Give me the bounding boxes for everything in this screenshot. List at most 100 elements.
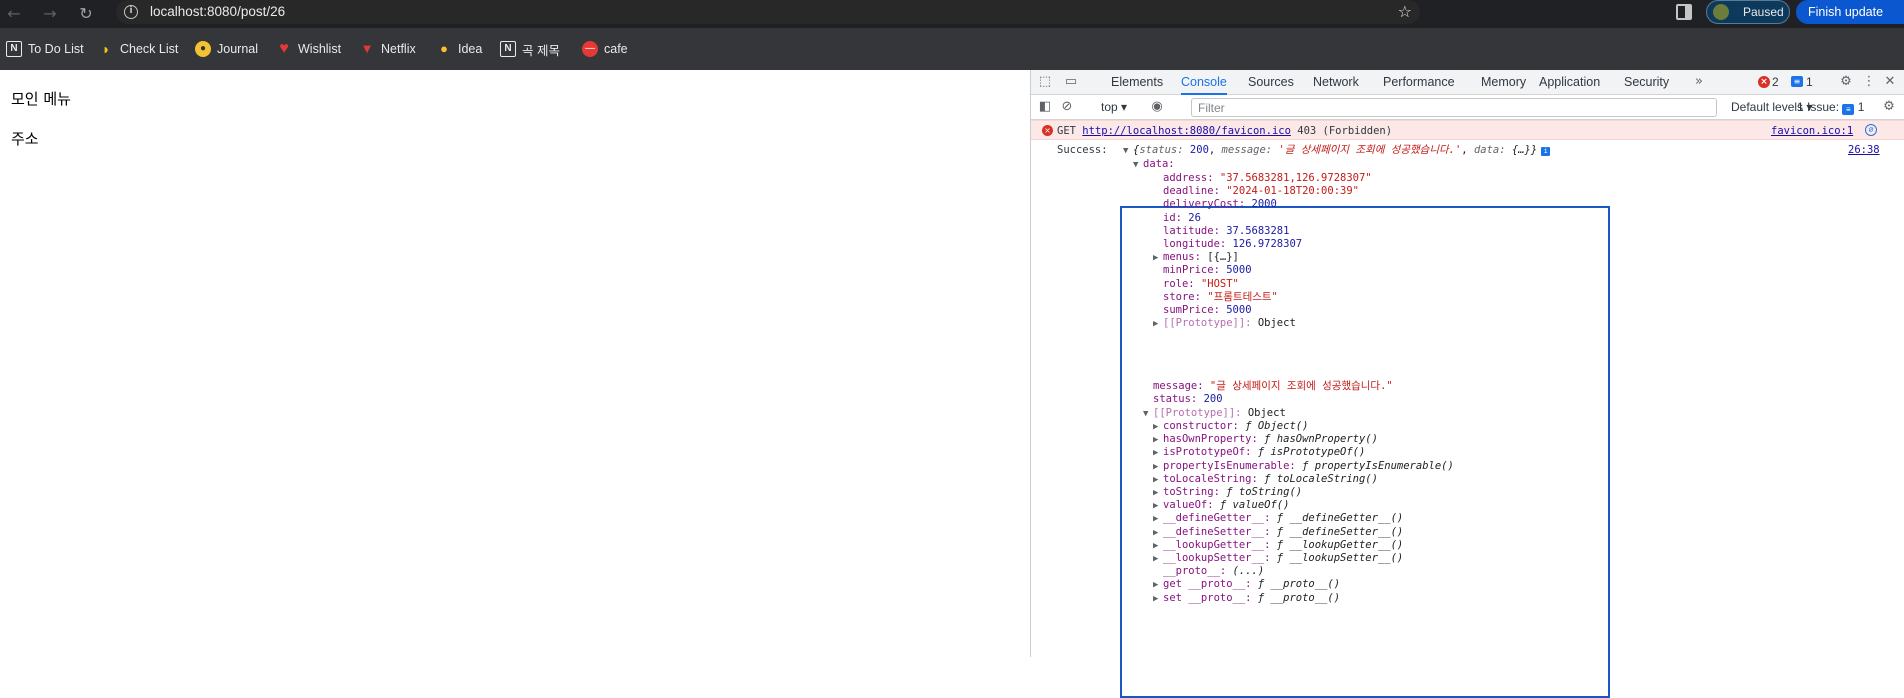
tab-sources[interactable]: Sources bbox=[1248, 70, 1294, 95]
back-icon[interactable]: ← bbox=[4, 4, 24, 24]
message-count-icon[interactable]: ≡ bbox=[1791, 76, 1803, 87]
issue-message-icon: ≡ bbox=[1842, 104, 1855, 115]
forward-icon[interactable]: → bbox=[40, 4, 60, 24]
eye-icon[interactable]: ◉ bbox=[1149, 99, 1165, 115]
member-value: ƒ isPrototypeOf() bbox=[1257, 446, 1366, 459]
data-row[interactable]: ▼ data: bbox=[1133, 158, 1175, 171]
prototype-member-row[interactable]: __proto__: (...) bbox=[1163, 565, 1264, 578]
error-count[interactable]: 2 bbox=[1772, 75, 1779, 89]
expanded-triangle-icon[interactable]: ▼ bbox=[1143, 408, 1153, 421]
sidebar-toggle-icon[interactable]: ◧ bbox=[1037, 99, 1053, 115]
prototype-member-row[interactable]: ▶ hasOwnProperty: ƒ hasOwnProperty() bbox=[1153, 433, 1378, 446]
tab-security[interactable]: Security bbox=[1624, 70, 1669, 95]
journal-icon: ● bbox=[195, 41, 211, 57]
bookmark-checklist[interactable]: ◗ Check List bbox=[98, 39, 179, 59]
more-tabs-icon[interactable]: » bbox=[1691, 74, 1707, 90]
address-bar[interactable]: i localhost:8080/post/26 ☆ bbox=[116, 0, 1420, 24]
inspect-element-icon[interactable]: ⬚ bbox=[1037, 74, 1053, 90]
prototype-member-row[interactable]: ▶ __defineSetter__: ƒ __defineSetter__() bbox=[1153, 526, 1403, 539]
field-value: 5000 bbox=[1226, 304, 1252, 316]
context-select[interactable]: top ▾ bbox=[1101, 99, 1127, 116]
error-source-link[interactable]: favicon.ico:1 bbox=[1771, 125, 1853, 137]
prototype-member-row[interactable]: ▶ get __proto__: ƒ __proto__() bbox=[1153, 578, 1340, 591]
collapsed-triangle-icon[interactable]: ▶ bbox=[1153, 461, 1163, 474]
summary-message-val: '글 상세페이지 조회에 성공했습니다.' bbox=[1278, 144, 1462, 156]
field-key: store: bbox=[1163, 290, 1201, 303]
network-request-icon[interactable]: ⌀ bbox=[1865, 124, 1877, 136]
data-field-row[interactable]: ▶ menus: [{…}] bbox=[1153, 251, 1239, 264]
profile-paused-button[interactable]: Paused bbox=[1706, 0, 1790, 24]
bookmark-todo[interactable]: N To Do List bbox=[6, 39, 84, 59]
collapsed-triangle-icon[interactable]: ▶ bbox=[1153, 474, 1163, 487]
collapsed-triangle-icon[interactable]: ▶ bbox=[1153, 553, 1163, 566]
expanded-triangle-icon[interactable]: ▼ bbox=[1123, 145, 1133, 158]
prototype-member-row[interactable]: ▶ valueOf: ƒ valueOf() bbox=[1153, 499, 1289, 512]
prototype-member-row[interactable]: ▶ propertyIsEnumerable: ƒ propertyIsEnume… bbox=[1153, 460, 1454, 473]
tab-elements[interactable]: Elements bbox=[1111, 70, 1163, 95]
bookmark-cafe[interactable]: — cafe bbox=[582, 39, 628, 59]
collapsed-triangle-icon[interactable]: ▶ bbox=[1153, 513, 1163, 526]
collapsed-triangle-icon[interactable]: ▶ bbox=[1153, 434, 1163, 447]
tab-performance[interactable]: Performance bbox=[1383, 70, 1455, 95]
field-key: [[Prototype]]: bbox=[1163, 317, 1252, 330]
collapsed-triangle-icon[interactable]: ▶ bbox=[1153, 527, 1163, 540]
collapsed-triangle-icon[interactable]: ▶ bbox=[1153, 487, 1163, 500]
console-settings-gear-icon[interactable]: ⚙ bbox=[1881, 99, 1897, 115]
site-info-icon[interactable]: i bbox=[124, 5, 138, 19]
devtools-panel: ⬚ ▭ Elements Console Sources Network Per… bbox=[1030, 70, 1904, 698]
collapsed-triangle-icon[interactable]: ▶ bbox=[1153, 421, 1163, 434]
tab-console[interactable]: Console bbox=[1181, 70, 1227, 95]
clear-console-icon[interactable]: ⊘ bbox=[1059, 99, 1075, 115]
prototype-member-row[interactable]: ▶ __defineGetter__: ƒ __defineGetter__() bbox=[1153, 512, 1403, 525]
side-panel-icon[interactable] bbox=[1676, 4, 1692, 20]
bookmark-idea[interactable]: ● Idea bbox=[436, 39, 482, 59]
log-summary-row[interactable]: ▼ {status: 200, message: '글 상세페이지 조회에 성공했… bbox=[1123, 144, 1551, 158]
error-count-icon[interactable]: × bbox=[1758, 76, 1770, 88]
settings-gear-icon[interactable]: ⚙ bbox=[1838, 74, 1854, 90]
message-count[interactable]: 1 bbox=[1806, 75, 1813, 89]
prototype-member-row[interactable]: ▶ constructor: ƒ Object() bbox=[1153, 420, 1308, 433]
collapsed-triangle-icon[interactable]: ▶ bbox=[1153, 447, 1163, 460]
error-url-link[interactable]: http://localhost:8080/favicon.ico bbox=[1082, 125, 1291, 137]
prototype-member-row[interactable]: ▶ toLocaleString: ƒ toLocaleString() bbox=[1153, 473, 1378, 486]
collapsed-triangle-icon[interactable]: ▶ bbox=[1153, 318, 1163, 331]
error-status: 403 (Forbidden) bbox=[1297, 125, 1393, 137]
collapsed-triangle-icon[interactable]: ▶ bbox=[1153, 500, 1163, 513]
bookmark-song-title[interactable]: N 곡 제목 bbox=[500, 39, 560, 59]
prototype-member-row[interactable]: ▶ set __proto__: ƒ __proto__() bbox=[1153, 592, 1340, 605]
log-source-link[interactable]: 26:38 bbox=[1848, 144, 1880, 156]
data-field-row: role: "HOST" bbox=[1163, 278, 1239, 291]
close-icon[interactable]: ✕ bbox=[1882, 74, 1898, 90]
reload-icon[interactable]: ↻ bbox=[76, 4, 96, 24]
info-icon[interactable]: i bbox=[1541, 147, 1551, 156]
collapsed-triangle-icon[interactable]: ▶ bbox=[1153, 540, 1163, 553]
tab-application[interactable]: Application bbox=[1539, 70, 1600, 95]
device-toolbar-icon[interactable]: ▭ bbox=[1063, 74, 1079, 90]
tab-network[interactable]: Network bbox=[1313, 70, 1359, 95]
browser-toolbar: ← → ↻ i localhost:8080/post/26 ☆ Paused … bbox=[0, 0, 1904, 28]
member-value: ƒ __lookupSetter__() bbox=[1276, 552, 1404, 564]
issues-button[interactable]: 1 Issue: ≡ 1 bbox=[1797, 100, 1864, 115]
url-text[interactable]: localhost:8080/post/26 bbox=[150, 4, 285, 19]
collapsed-triangle-icon[interactable]: ▶ bbox=[1153, 593, 1163, 606]
finish-update-button[interactable]: Finish update bbox=[1796, 0, 1904, 24]
bookmark-star-icon[interactable]: ☆ bbox=[1398, 2, 1412, 21]
notion-icon: N bbox=[6, 41, 22, 57]
prototype-member-row[interactable]: ▶ __lookupSetter__: ƒ __lookupSetter__() bbox=[1153, 552, 1403, 565]
log-prefix: Success: bbox=[1057, 144, 1108, 156]
bookmark-journal[interactable]: ● Journal bbox=[195, 39, 258, 59]
bookmark-netflix[interactable]: ▼ Netflix bbox=[359, 39, 416, 59]
prototype-member-row[interactable]: ▶ toString: ƒ toString() bbox=[1153, 486, 1302, 499]
expanded-triangle-icon[interactable]: ▼ bbox=[1133, 159, 1143, 172]
prototype-member-row[interactable]: ▶ isPrototypeOf: ƒ isPrototypeOf() bbox=[1153, 446, 1365, 459]
prototype-member-row[interactable]: ▶ __lookupGetter__: ƒ __lookupGetter__() bbox=[1153, 539, 1403, 552]
collapsed-triangle-icon[interactable]: ▶ bbox=[1153, 252, 1163, 265]
bookmark-label: Netflix bbox=[381, 42, 416, 56]
filter-input[interactable] bbox=[1191, 98, 1717, 117]
tab-memory[interactable]: Memory bbox=[1481, 70, 1526, 95]
data-field-row[interactable]: ▶ [[Prototype]]: Object bbox=[1153, 317, 1296, 330]
bookmark-wishlist[interactable]: ♥ Wishlist bbox=[276, 39, 341, 59]
kebab-menu-icon[interactable]: ⋮ bbox=[1861, 74, 1877, 90]
prototype-row[interactable]: ▼ [[Prototype]]: Object bbox=[1143, 407, 1286, 420]
collapsed-triangle-icon[interactable]: ▶ bbox=[1153, 579, 1163, 592]
